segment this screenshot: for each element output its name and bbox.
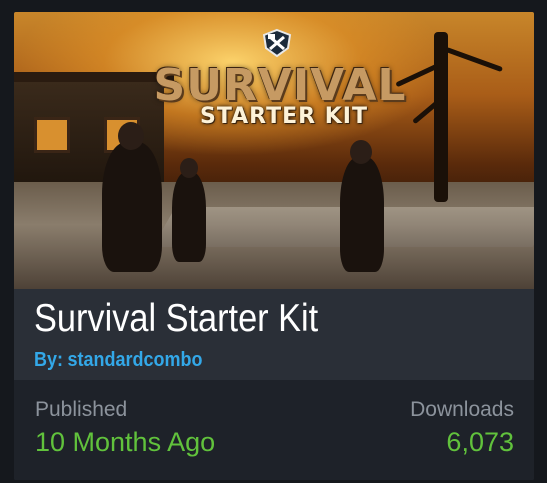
hammer-wrench-shield-icon bbox=[262, 28, 292, 58]
scene-tree-branch bbox=[444, 46, 504, 73]
author-line[interactable]: By: standardcombo bbox=[34, 349, 203, 372]
published-value: 10 Months Ago bbox=[35, 427, 216, 457]
author-link[interactable]: standardcombo bbox=[68, 349, 203, 371]
game-title[interactable]: Survival Starter Kit bbox=[34, 297, 318, 341]
scene-zombie-head bbox=[180, 158, 198, 178]
published-label: Published bbox=[35, 398, 128, 421]
scene-zombie-head bbox=[350, 140, 372, 164]
thumbnail-logo-subtitle: STARTER KIT bbox=[200, 104, 368, 129]
scene-zombie-head bbox=[118, 122, 144, 150]
scene-zombie bbox=[102, 142, 162, 272]
scene-window bbox=[34, 117, 70, 153]
downloads-value: 6,073 bbox=[446, 427, 514, 457]
game-thumbnail[interactable]: SURVIVAL STARTER KIT bbox=[14, 12, 534, 289]
scene-zombie bbox=[340, 157, 384, 272]
scene-zombie bbox=[172, 172, 206, 262]
scene-tree bbox=[434, 32, 448, 202]
author-prefix: By: bbox=[34, 349, 64, 371]
game-card[interactable]: SURVIVAL STARTER KIT Survival Starter Ki… bbox=[14, 12, 534, 480]
downloads-label: Downloads bbox=[410, 398, 514, 421]
